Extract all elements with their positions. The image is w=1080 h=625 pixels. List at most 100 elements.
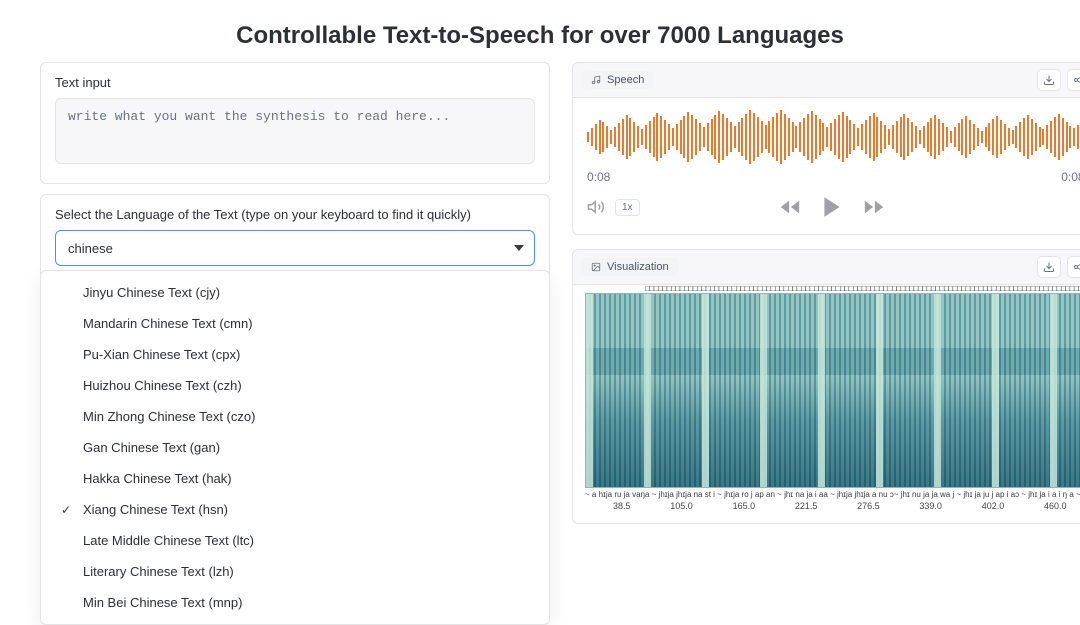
- wave-bar: [811, 111, 813, 163]
- wave-bar: [765, 125, 767, 149]
- wave-bar: [788, 118, 790, 156]
- language-selector[interactable]: [55, 230, 535, 266]
- play-button[interactable]: [819, 194, 845, 220]
- language-label: Select the Language of the Text (type on…: [55, 207, 535, 222]
- wave-bar: [930, 118, 932, 156]
- wave-bar: [815, 115, 817, 159]
- x-tick: 402.0: [982, 501, 1005, 511]
- download-button[interactable]: [1037, 69, 1061, 91]
- wave-bar: [973, 124, 975, 150]
- forward-button[interactable]: [863, 196, 885, 218]
- wave-bar: [842, 112, 844, 162]
- wave-bar: [826, 127, 828, 147]
- language-option[interactable]: Mandarin Chinese Text (cmn): [41, 308, 549, 339]
- wave-bar: [768, 121, 770, 153]
- language-search-input[interactable]: [66, 240, 514, 257]
- language-option[interactable]: ✓Xiang Chinese Text (hsn): [41, 494, 549, 525]
- language-option[interactable]: Min Bei Chinese Text (mnp): [41, 587, 549, 618]
- wave-bar: [1042, 129, 1044, 145]
- wave-bar: [757, 117, 759, 157]
- wave-bar: [996, 116, 998, 158]
- download-icon: [1043, 74, 1055, 86]
- wave-bar: [1000, 120, 1002, 154]
- wave-bar: [668, 124, 670, 150]
- wave-bar: [741, 118, 743, 156]
- viz-share-button[interactable]: [1067, 256, 1080, 278]
- language-dropdown[interactable]: Jinyu Chinese Text (cjy)Mandarin Chinese…: [40, 270, 550, 625]
- wave-bar: [672, 128, 674, 146]
- wave-bar: [992, 119, 994, 155]
- language-option[interactable]: Min Zhong Chinese Text (czo): [41, 401, 549, 432]
- wave-bar: [861, 124, 863, 150]
- wave-bar: [649, 121, 651, 153]
- language-option[interactable]: Jinyu Chinese Text (cjy): [41, 277, 549, 308]
- wave-bar: [618, 123, 620, 151]
- page-title: Controllable Text-to-Speech for over 700…: [0, 0, 1080, 62]
- speed-box[interactable]: 1x: [615, 199, 640, 216]
- language-option[interactable]: Gan Chinese Text (gan): [41, 432, 549, 463]
- rewind-icon: [779, 196, 801, 218]
- image-icon: [591, 262, 601, 272]
- share-button[interactable]: [1067, 69, 1080, 91]
- wave-bar: [799, 122, 801, 152]
- wave-bar: [1077, 125, 1079, 149]
- wave-bar: [614, 127, 616, 147]
- wave-bar: [981, 131, 983, 143]
- wave-bar: [699, 123, 701, 151]
- wave-bar: [730, 122, 732, 152]
- wave-bar: [591, 128, 593, 146]
- speech-header-actions: [1037, 69, 1080, 91]
- language-option-label: Gan Chinese Text (gan): [83, 440, 220, 455]
- wave-bar: [838, 115, 840, 159]
- language-option[interactable]: Huizhou Chinese Text (czh): [41, 370, 549, 401]
- wave-bar: [892, 125, 894, 149]
- wave-bar: [626, 115, 628, 159]
- wave-bar: [776, 113, 778, 161]
- phoneme-top-row: □□□□□□□□□□□□□□□□□□□□□□□□□□□□□□□□□□□□□□□□…: [645, 284, 1080, 293]
- language-option-label: Hakka Chinese Text (hak): [83, 471, 232, 486]
- wave-bar: [946, 127, 948, 147]
- wave-bar: [869, 116, 871, 158]
- language-option[interactable]: Late Middle Chinese Text (ltc): [41, 525, 549, 556]
- language-option[interactable]: Hakka Chinese Text (hak): [41, 463, 549, 494]
- wave-bar: [683, 116, 685, 158]
- rewind-button[interactable]: [779, 196, 801, 218]
- speech-panel: Speech 0:08 0:08: [572, 62, 1080, 235]
- x-tick: 276.5: [857, 501, 880, 511]
- viz-download-button[interactable]: [1037, 256, 1061, 278]
- language-option[interactable]: Pu-Xian Chinese Text (cpx): [41, 339, 549, 370]
- wave-bar: [703, 127, 705, 147]
- wave-bar: [711, 119, 713, 155]
- download-icon: [1043, 261, 1055, 273]
- phoneme-bottom-row: ~ a hɪja ru ja vaŋa ~ jhɪja jhɪja na st …: [585, 490, 1080, 499]
- x-tick: 105.0: [670, 501, 693, 511]
- wave-bar: [606, 126, 608, 148]
- spectrogram-wrap: □□□□□□□□□□□□□□□□□□□□□□□□□□□□□□□□□□□□□□□□…: [585, 293, 1080, 488]
- language-option-label: Min Zhong Chinese Text (czo): [83, 409, 255, 424]
- wave-bar: [942, 123, 944, 151]
- wave-bar: [587, 132, 589, 142]
- share-icon: [1073, 74, 1080, 86]
- share-icon: [1073, 261, 1080, 273]
- wave-bar: [803, 118, 805, 156]
- waveform[interactable]: [587, 108, 1080, 166]
- wave-bar: [927, 122, 929, 152]
- wave-bar: [1004, 124, 1006, 150]
- wave-bar: [1073, 128, 1075, 146]
- language-option-label: Literary Chinese Text (lzh): [83, 564, 234, 579]
- wave-bar: [900, 117, 902, 157]
- transport-left: 1x: [587, 198, 640, 216]
- language-option[interactable]: Literary Chinese Text (lzh): [41, 556, 549, 587]
- wave-bar: [1023, 118, 1025, 156]
- wave-bar: [865, 120, 867, 154]
- volume-button[interactable]: [587, 198, 605, 216]
- spectrogram: [585, 293, 1080, 488]
- text-input[interactable]: [55, 98, 535, 164]
- x-tick: 165.0: [733, 501, 756, 511]
- wave-bar: [988, 123, 990, 151]
- wave-bar: [1054, 117, 1056, 157]
- wave-bar: [637, 126, 639, 148]
- wave-bar: [919, 130, 921, 144]
- wave-bar: [911, 122, 913, 152]
- x-axis-ticks: 38.5105.0165.0221.5276.5339.0402.0460.0: [585, 499, 1080, 511]
